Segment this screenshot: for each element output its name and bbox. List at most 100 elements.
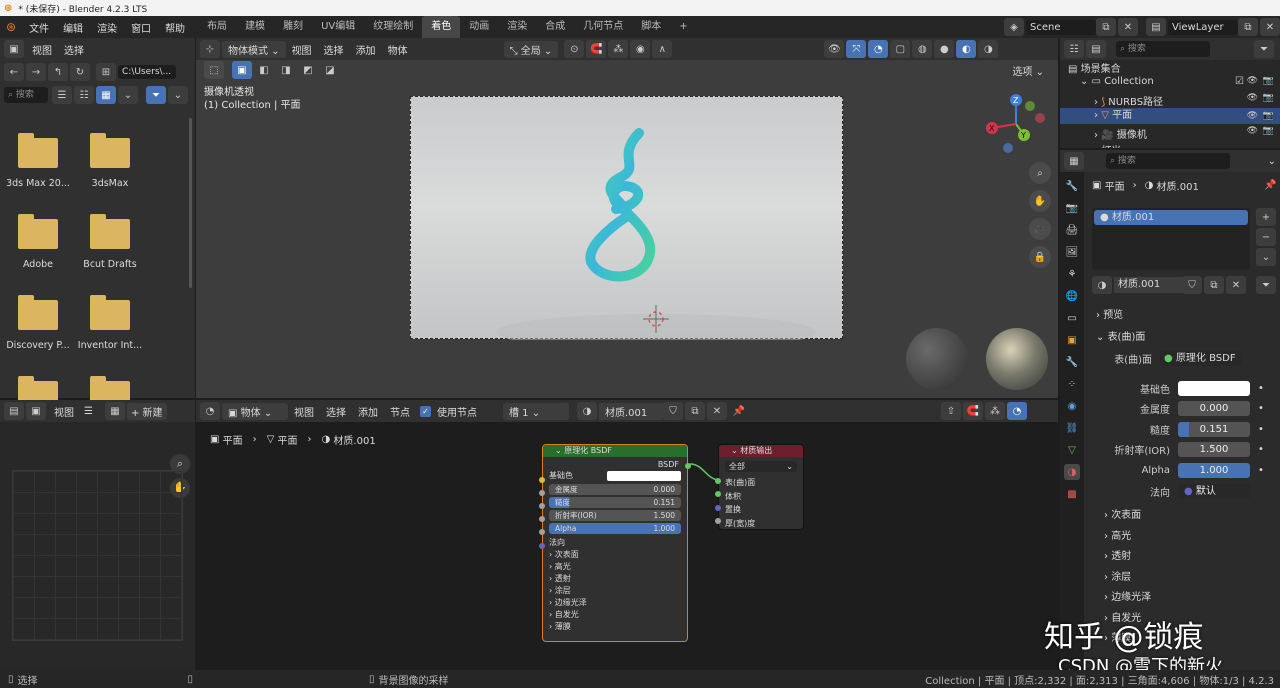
folder-item[interactable]: Discovery P... [2,295,74,351]
normal-socket[interactable] [539,543,545,549]
bsdf-node-header[interactable]: ⌄ 原理化 BSDF [543,445,687,457]
editor-type-icon[interactable]: ▣ [4,40,24,58]
scene-name[interactable]: Scene [1026,19,1096,35]
sort-dropdown-icon[interactable]: ⌄ [118,86,138,104]
material-name-field[interactable]: 材质.001 [599,402,663,420]
eye-icon[interactable]: 👁 [1247,93,1258,103]
use-nodes-checkbox[interactable]: ✓ [420,405,431,417]
select-invert-icon[interactable]: ◩ [298,61,318,79]
folder-item[interactable]: 3dsMax [74,133,146,189]
displacement-socket[interactable] [715,505,721,511]
alpha-socket[interactable] [539,529,545,535]
material-slot-list[interactable]: ● 材质.001 [1092,208,1250,270]
menu-render[interactable]: 渲染 [90,20,124,35]
editor-type-icon[interactable]: ◔ [200,402,220,420]
visibility-icon[interactable]: 👁 [824,40,845,58]
tab-layout[interactable]: 布局 [198,16,236,38]
properties-search-input[interactable]: ⌕ 搜索 [1106,153,1230,169]
surface-shader-field[interactable]: ● 原理化 BSDF [1160,351,1242,366]
file-menu-view[interactable]: 视图 [26,42,58,57]
scene-icon[interactable]: ◈ [1004,18,1024,36]
tab-uv-editing[interactable]: UV编辑 [312,16,364,38]
add-workspace-icon[interactable]: + [670,16,696,38]
new-image-button[interactable]: + 新建 [126,402,167,420]
particles-tab-icon[interactable]: ⁘ [1064,376,1080,392]
render-camera-icon[interactable]: 📷 [1263,76,1274,86]
panel-subsurface[interactable]: › 次表面 [549,549,681,561]
new-view-layer-icon[interactable]: ⧉ [1238,18,1258,36]
vp-menu-add[interactable]: 添加 [350,42,382,57]
world-tab-icon[interactable]: 🌐 [1064,288,1080,304]
output-tab-icon[interactable]: 🖨 [1064,222,1080,238]
refresh-icon[interactable]: ↻ [70,63,90,81]
socket-dot-icon[interactable]: • [1258,444,1264,455]
xray-icon[interactable]: ▢ [890,40,911,58]
roughness-value[interactable]: 0.151 [1178,422,1250,437]
render-camera-icon[interactable]: 📷 [1263,93,1274,103]
tab-shading[interactable]: 着色 [422,16,461,38]
navigation-gizmo[interactable]: Z Y X [986,94,1046,154]
chevron-down-icon[interactable]: ⌄ [731,446,740,455]
metallic-socket[interactable] [539,490,545,496]
render-tab-icon[interactable]: 📷 [1064,200,1080,216]
menu-help[interactable]: 帮助 [158,20,192,35]
outliner-row-camera[interactable]: › 🎥 摄像机 👁 📷 [1094,126,1280,141]
socket-dot-icon[interactable]: • [1258,383,1264,394]
wireframe-shading-icon[interactable]: ◍ [912,40,933,58]
section-transmission[interactable]: › 透射 [1104,547,1131,562]
file-scrollbar[interactable] [189,118,192,288]
parent-node-tree-icon[interactable]: ⇧ [941,402,961,420]
image-browse-icon[interactable]: ▦ [104,402,125,420]
panel-transmission[interactable]: › 透射 [549,573,681,585]
properties-editor[interactable]: ▦ ⌕ 搜索 ⌄ 🔧 📷 🖨 🖼 ⚘ 🌐 ▭ ▣ 🔧 ⁘ ◉ ⛓ ▽ ◑ ▩ ▣… [1060,150,1280,670]
proportional-edit-icon[interactable]: ◉ [630,40,651,58]
add-slot-icon[interactable]: + [1256,208,1276,226]
folder-item[interactable]: Inventor Int... [74,295,146,351]
material-name-field[interactable]: 材质.001 [1114,277,1182,293]
filter-icon[interactable]: ⏷ [1254,40,1274,58]
filter-icon[interactable]: ⏷ [146,86,166,104]
select-tool-icon[interactable]: ⬚ [204,61,224,79]
overlay-toggle-icon[interactable]: ◔ [868,40,889,58]
path-field[interactable]: C:\Users\... [118,65,176,79]
fake-user-icon[interactable]: ⛉ [1182,276,1202,294]
slot-dropdown[interactable]: 槽 1 ⌄ [503,402,569,420]
delete-scene-icon[interactable]: ✕ [1118,18,1138,36]
viewport-3d[interactable]: ⊹ 物体模式 ⌄ 视图 选择 添加 物体 ⤡ 全局 ⌄ ⊙ 🧲 ⁂ ◉ ∧ 👁 … [196,38,1058,398]
panel-coat[interactable]: › 涂层 [549,585,681,597]
material-browse-icon[interactable]: ◑ [577,402,597,420]
image-editor[interactable]: ▤ ▣ 视图 ☰ ▦ + 新建 ⌕ ✋ [0,400,195,670]
filter-dropdown-icon[interactable]: ⌄ [168,86,188,104]
outliner-row-plane[interactable]: › ▽ 平面 👁 📷 [1060,108,1280,124]
panel-emission[interactable]: › 自发光 [549,609,681,621]
list-vertical-icon[interactable]: ☰ [52,86,72,104]
mode-dropdown[interactable]: 物体模式 ⌄ [222,40,286,58]
image-menu-view[interactable]: 视图 [48,404,80,419]
fake-user-icon[interactable]: ⛉ [663,402,683,420]
tool-tab-icon[interactable]: 🔧 [1064,178,1080,194]
snap-icon[interactable]: 🧲 [586,40,607,58]
shader-type-dropdown[interactable]: ▣ 物体 ⌄ [222,402,288,420]
new-scene-icon[interactable]: ⧉ [1096,18,1116,36]
outliner-row-nurbs[interactable]: › ⟆ NURBS路径 👁 📷 [1094,93,1280,108]
eye-icon[interactable]: 👁 [1247,108,1258,124]
ior-socket[interactable] [539,516,545,522]
principled-bsdf-node[interactable]: ⌄ 原理化 BSDF BSDF 基础色 金属度 0.000 糙度 0.151 折射率… [539,444,691,642]
panel-specular[interactable]: › 高光 [549,561,681,573]
volume-socket[interactable] [715,491,721,497]
breadcrumb-object[interactable]: 平面 [223,432,243,447]
folder-item[interactable]: Bcut Drafts [74,214,146,270]
options-dropdown[interactable]: 选项 ⌄ [1006,61,1050,79]
section-surface[interactable]: ⌄ 表(曲)面 [1096,328,1145,343]
select-subtract-icon[interactable]: ◨ [276,61,296,79]
pin-icon[interactable]: 📌 [729,402,749,420]
surface-socket[interactable] [715,478,721,484]
object-tab-icon[interactable]: ▣ [1064,332,1080,348]
section-coat[interactable]: › 涂层 [1104,568,1131,583]
list-horizontal-icon[interactable]: ☷ [74,86,94,104]
solid-shading-icon[interactable]: ● [934,40,955,58]
tab-animation[interactable]: 动画 [460,16,498,38]
editor-type-icon[interactable]: ▤ [4,402,24,420]
base-color-socket[interactable] [539,477,545,483]
tab-compositing[interactable]: 合成 [536,16,574,38]
